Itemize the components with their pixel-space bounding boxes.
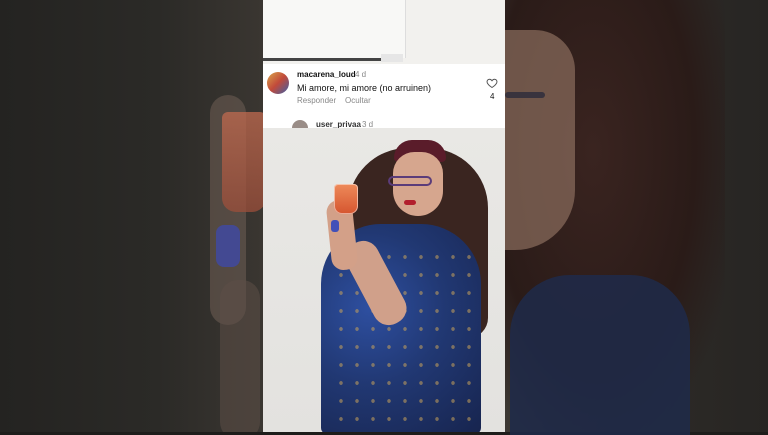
blurred-wristband xyxy=(216,225,240,267)
video-top-background xyxy=(263,0,505,64)
cabinet-tag xyxy=(381,54,403,62)
blurred-background-left xyxy=(0,0,263,432)
comment-text: Mi amore, mi amore (no arruinen) xyxy=(297,83,432,93)
blurred-arm-lower xyxy=(220,280,260,432)
reply-button[interactable]: Responder xyxy=(297,96,336,105)
video-content xyxy=(263,128,505,432)
blurred-cup xyxy=(222,112,263,212)
comment-username[interactable]: macarena_loud xyxy=(297,70,356,79)
hide-button[interactable]: Ocultar xyxy=(345,96,371,105)
glasses xyxy=(388,176,432,186)
heart-icon[interactable] xyxy=(486,77,498,89)
gazpacho-cup xyxy=(334,184,358,214)
comment-overlay: macarena_loud 4 d Mi amore, mi amore (no… xyxy=(263,64,505,136)
wristband xyxy=(331,220,339,232)
comment-time: 4 d xyxy=(355,70,367,79)
like-count: 4 xyxy=(490,92,495,101)
blurred-dress xyxy=(510,275,690,435)
shelf-edge xyxy=(263,58,383,61)
blurred-glasses xyxy=(505,92,545,98)
lips xyxy=(404,200,416,205)
avatar[interactable] xyxy=(267,72,289,94)
video-frame[interactable]: macarena_loud 4 d Mi amore, mi amore (no… xyxy=(263,0,505,432)
cabinet xyxy=(263,0,406,58)
blurred-face xyxy=(505,30,575,250)
